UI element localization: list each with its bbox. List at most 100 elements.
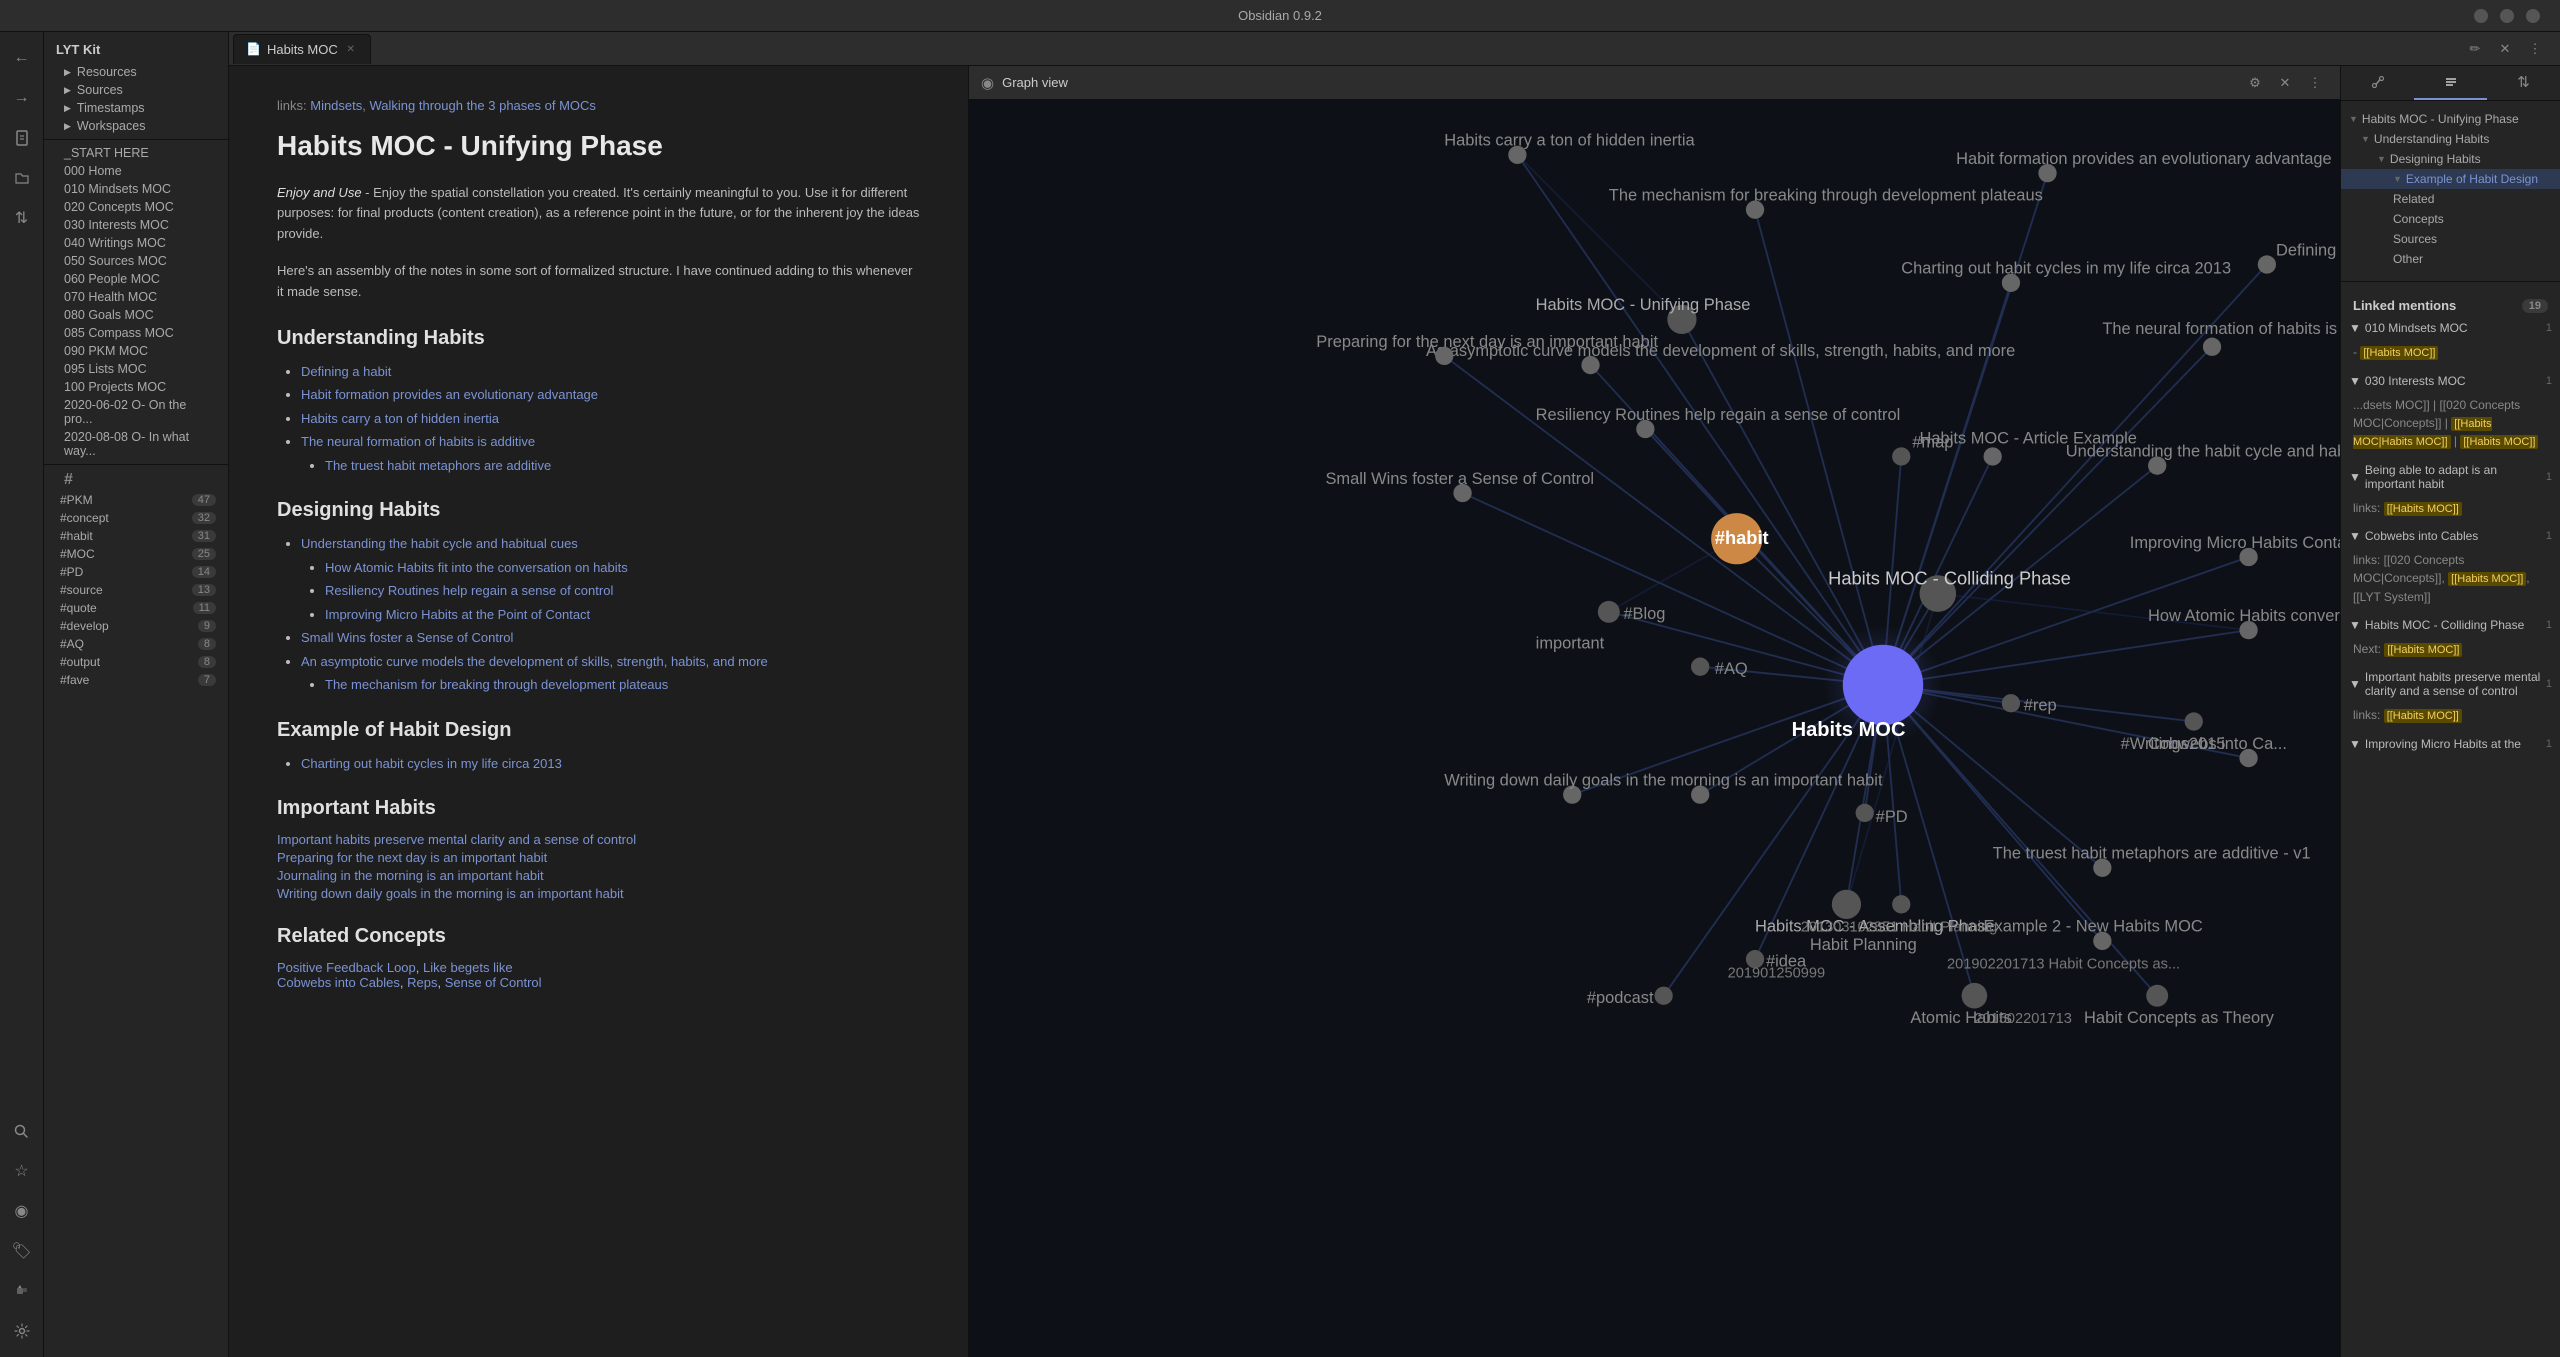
outline-item-related[interactable]: Related — [2341, 189, 2560, 209]
node-blog-tag[interactable] — [1598, 601, 1620, 623]
habits-moc-tab[interactable]: 📄 Habits MOC ✕ — [233, 34, 371, 64]
tag-pkm[interactable]: #PKM47 — [48, 491, 224, 509]
mention-colliding[interactable]: ▼ Habits MOC - Colliding Phase 1 — [2341, 614, 2560, 636]
positive-feedback-link[interactable]: Positive Feedback Loop — [277, 960, 416, 975]
file-060-people[interactable]: 060 People MOC — [48, 270, 224, 288]
outline-item-unifying[interactable]: ▼ Habits MOC - Unifying Phase — [2341, 109, 2560, 129]
node-podcast-tag[interactable] — [1654, 987, 1672, 1005]
mention-030-interests[interactable]: ▼ 030 Interests MOC 1 — [2341, 370, 2560, 392]
graph-close-btn[interactable]: ✕ — [2272, 70, 2298, 96]
file-2020-08[interactable]: 2020-08-08 O- In what way... — [48, 428, 224, 460]
evolutionary-link[interactable]: Habit formation provides an evolutionary… — [301, 387, 598, 402]
new-file-btn[interactable] — [4, 120, 40, 156]
node-assembling[interactable] — [1832, 890, 1861, 919]
tag-habit[interactable]: #habit31 — [48, 527, 224, 545]
back-btn[interactable]: ← — [4, 40, 40, 76]
minimize-btn[interactable] — [2474, 9, 2488, 23]
habits-moc-link-4[interactable]: [[Habits MOC]] — [2384, 502, 2462, 516]
node-habit-concepts[interactable] — [2146, 985, 2168, 1007]
sort-btn[interactable]: ⇅ — [4, 200, 40, 236]
close-tab-btn[interactable]: ✕ — [2492, 36, 2518, 62]
mention-adapt[interactable]: ▼ Being able to adapt is an important ha… — [2341, 459, 2560, 495]
cobwebs-link[interactable]: Cobwebs into Cables — [277, 975, 400, 990]
node-writings-tag[interactable] — [2185, 712, 2203, 730]
habits-moc-link-3[interactable]: [[Habits MOC]] — [2460, 435, 2538, 449]
habits-moc-link-7[interactable]: [[Habits MOC]] — [2384, 709, 2462, 723]
node-neural[interactable] — [2203, 338, 2221, 356]
tab-close-btn[interactable]: ✕ — [344, 42, 358, 56]
file-050-sources[interactable]: 050 Sources MOC — [48, 252, 224, 270]
file-080-goals[interactable]: 080 Goals MOC — [48, 306, 224, 324]
neural-formation-link[interactable]: The neural formation of habits is additi… — [301, 434, 535, 449]
window-controls[interactable] — [2474, 9, 2540, 23]
important-clarity-link[interactable]: Important habits preserve mental clarity… — [277, 832, 920, 847]
truest-metaphors-link[interactable]: The truest habit metaphors are additive — [325, 458, 551, 473]
tag-pd[interactable]: #PD14 — [48, 563, 224, 581]
asymptotic-link[interactable]: An asymptotic curve models the developme… — [301, 654, 768, 669]
open-folder-btn[interactable] — [4, 160, 40, 196]
outline-item-sources[interactable]: Sources — [2341, 229, 2560, 249]
mention-micro-habits[interactable]: ▼ Improving Micro Habits at the 1 — [2341, 733, 2560, 755]
file-070-health[interactable]: 070 Health MOC — [48, 288, 224, 306]
node-map-tag[interactable] — [1892, 447, 1910, 465]
timestamps-folder[interactable]: ▶ Timestamps — [48, 99, 224, 117]
outline-item-other[interactable]: Other — [2341, 249, 2560, 269]
mention-cobwebs[interactable]: ▼ Cobwebs into Cables 1 — [2341, 525, 2560, 547]
node-pd-tag[interactable] — [1856, 804, 1874, 822]
tag-fave[interactable]: #fave7 — [48, 671, 224, 689]
writing-goals-link[interactable]: Writing down daily goals in the morning … — [277, 886, 920, 901]
more-options-btn[interactable]: ⋮ — [2522, 36, 2548, 62]
like-begets-link[interactable]: Like begets like — [423, 960, 513, 975]
sort-panel-tab[interactable]: ⇅ — [2487, 66, 2560, 100]
habit-cycle-link[interactable]: Understanding the habit cycle and habitu… — [301, 536, 578, 551]
development-plateaus-link[interactable]: The mechanism for breaking through devel… — [325, 677, 668, 692]
file-start-here[interactable]: _START HERE — [48, 144, 224, 162]
forward-btn[interactable]: → — [4, 80, 40, 116]
tag-concept[interactable]: #concept32 — [48, 509, 224, 527]
tag-moc[interactable]: #MOC25 — [48, 545, 224, 563]
journaling-link[interactable]: Journaling in the morning is an importan… — [277, 868, 920, 883]
mention-important-habits[interactable]: ▼ Important habits preserve mental clari… — [2341, 666, 2560, 702]
outline-item-example[interactable]: ▼ Example of Habit Design — [2341, 169, 2560, 189]
outline-tab[interactable] — [2414, 66, 2487, 100]
outline-item-concepts[interactable]: Concepts — [2341, 209, 2560, 229]
file-095-lists[interactable]: 095 Lists MOC — [48, 360, 224, 378]
outline-item-understanding[interactable]: ▼ Understanding Habits — [2341, 129, 2560, 149]
resources-folder[interactable]: ▶ Resources — [48, 63, 224, 81]
node-aq-tag[interactable] — [1691, 658, 1709, 676]
tag-aq[interactable]: #AQ8 — [48, 635, 224, 653]
small-wins-link[interactable]: Small Wins foster a Sense of Control — [301, 630, 513, 645]
node-rep-tag[interactable] — [2002, 694, 2020, 712]
resiliency-link[interactable]: Resiliency Routines help regain a sense … — [325, 583, 613, 598]
file-085-compass[interactable]: 085 Compass MOC — [48, 324, 224, 342]
file-100-projects[interactable]: 100 Projects MOC — [48, 378, 224, 396]
links-tab[interactable] — [2341, 66, 2414, 100]
file-010-mindsets[interactable]: 010 Mindsets MOC — [48, 180, 224, 198]
starred-btn[interactable]: ☆ — [4, 1153, 40, 1189]
tags-nav-btn[interactable]: 🏷 — [4, 1233, 40, 1269]
mindsets-link[interactable]: Mindsets — [310, 98, 362, 113]
search-btn[interactable] — [4, 1113, 40, 1149]
workspaces-folder[interactable]: ▶ Workspaces — [48, 117, 224, 135]
graph-nav-btn[interactable]: ◉ — [4, 1193, 40, 1229]
sources-folder[interactable]: ▶ Sources — [48, 81, 224, 99]
close-btn[interactable] — [2526, 9, 2540, 23]
file-040-writings[interactable]: 040 Writings MOC — [48, 234, 224, 252]
reps-link[interactable]: Reps — [407, 975, 437, 990]
file-090-pkm[interactable]: 090 PKM MOC — [48, 342, 224, 360]
habits-moc-link-1[interactable]: [[Habits MOC]] — [2360, 346, 2438, 360]
hidden-inertia-link[interactable]: Habits carry a ton of hidden inertia — [301, 411, 499, 426]
tag-develop[interactable]: #develop9 — [48, 617, 224, 635]
habits-moc-link-6[interactable]: [[Habits MOC]] — [2384, 643, 2462, 657]
sense-control-link[interactable]: Sense of Control — [445, 975, 542, 990]
node-journaling[interactable] — [1691, 785, 1709, 803]
file-2020-06[interactable]: 2020-06-02 O- On the pro... — [48, 396, 224, 428]
graph-settings-btn[interactable]: ⚙ — [2242, 70, 2268, 96]
charting-cycles-link[interactable]: Charting out habit cycles in my life cir… — [301, 756, 562, 771]
graph-more-btn[interactable]: ⋮ — [2302, 70, 2328, 96]
habits-moc-link-5[interactable]: [[Habits MOC]] — [2448, 572, 2526, 586]
mention-010-mindsets[interactable]: ▼ 010 Mindsets MOC 1 — [2341, 317, 2560, 339]
node-article-example[interactable] — [1984, 447, 2002, 465]
maximize-btn[interactable] — [2500, 9, 2514, 23]
atomic-habits-link[interactable]: How Atomic Habits fit into the conversat… — [325, 560, 628, 575]
